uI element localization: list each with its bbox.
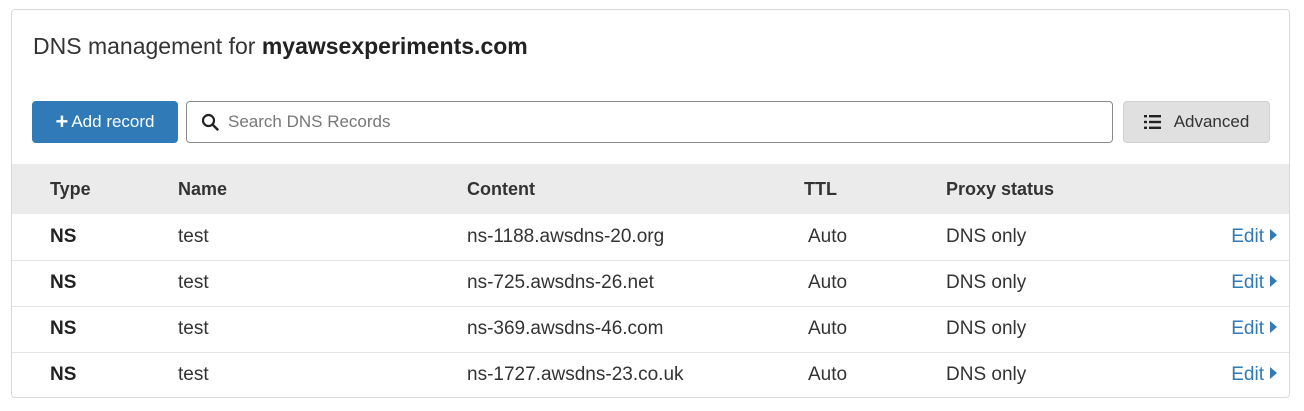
record-content: ns-1188.awsdns-20.org <box>467 225 665 247</box>
column-header-content[interactable]: Content <box>467 164 804 214</box>
caret-right-icon <box>1270 228 1277 241</box>
record-ttl: Auto <box>808 364 848 386</box>
record-name: test <box>178 318 209 339</box>
record-content: ns-369.awsdns-46.com <box>467 318 664 339</box>
toolbar: + Add record Search DNS Records Advanced <box>32 101 1272 143</box>
edit-link[interactable]: Edit <box>1146 214 1289 260</box>
edit-link[interactable]: Edit <box>1146 352 1289 397</box>
record-ttl: Auto <box>808 225 848 247</box>
dns-management-panel: DNS management for myawsexperiments.com … <box>11 9 1290 398</box>
add-record-label: Add record <box>71 112 155 131</box>
dns-records-table: Type Name Content TTL Proxy status NS te… <box>12 164 1289 397</box>
edit-link[interactable]: Edit <box>1146 260 1289 306</box>
caret-right-icon <box>1270 320 1277 333</box>
record-type: NS <box>50 318 77 339</box>
record-proxy-status: DNS only <box>946 364 1027 386</box>
record-name: test <box>178 364 209 386</box>
record-type: NS <box>50 364 77 386</box>
record-name: test <box>178 272 209 293</box>
caret-right-icon <box>1270 367 1277 380</box>
title-prefix: DNS management for <box>33 33 256 59</box>
table-row[interactable]: NS test ns-1727.awsdns-23.co.uk Auto DNS… <box>12 352 1289 397</box>
column-header-proxy-status[interactable]: Proxy status <box>946 164 1146 214</box>
record-content: ns-1727.awsdns-23.co.uk <box>467 364 684 386</box>
edit-label: Edit <box>1231 272 1264 293</box>
table-header-row: Type Name Content TTL Proxy status <box>12 164 1289 214</box>
record-type: NS <box>50 272 77 293</box>
edit-label: Edit <box>1231 225 1264 247</box>
table-row[interactable]: NS test ns-725.awsdns-26.net Auto DNS on… <box>12 260 1289 306</box>
column-header-actions <box>1146 164 1289 214</box>
edit-label: Edit <box>1231 364 1264 386</box>
advanced-button[interactable]: Advanced <box>1123 101 1270 143</box>
record-proxy-status: DNS only <box>946 318 1027 339</box>
add-record-button[interactable]: + Add record <box>32 101 178 143</box>
record-ttl: Auto <box>808 272 848 293</box>
page-title: DNS management for myawsexperiments.com <box>33 31 528 61</box>
record-content: ns-725.awsdns-26.net <box>467 272 654 293</box>
column-header-name[interactable]: Name <box>178 164 467 214</box>
record-type: NS <box>50 225 77 247</box>
list-icon <box>1143 114 1162 130</box>
table-row[interactable]: NS test ns-1188.awsdns-20.org Auto DNS o… <box>12 214 1289 260</box>
record-ttl: Auto <box>808 318 848 339</box>
column-header-ttl[interactable]: TTL <box>804 164 946 214</box>
caret-right-icon <box>1270 274 1277 287</box>
column-header-type[interactable]: Type <box>12 164 178 214</box>
advanced-label: Advanced <box>1173 112 1250 131</box>
search-box[interactable] <box>186 101 1113 143</box>
search-input[interactable] <box>228 112 1088 132</box>
search-icon <box>200 112 220 132</box>
edit-label: Edit <box>1231 318 1264 339</box>
edit-link[interactable]: Edit <box>1146 306 1289 352</box>
plus-icon: + <box>55 109 69 134</box>
record-name: test <box>178 225 209 247</box>
record-proxy-status: DNS only <box>946 225 1027 247</box>
record-proxy-status: DNS only <box>946 272 1027 293</box>
domain-name: myawsexperiments.com <box>261 33 528 59</box>
table-row[interactable]: NS test ns-369.awsdns-46.com Auto DNS on… <box>12 306 1289 352</box>
